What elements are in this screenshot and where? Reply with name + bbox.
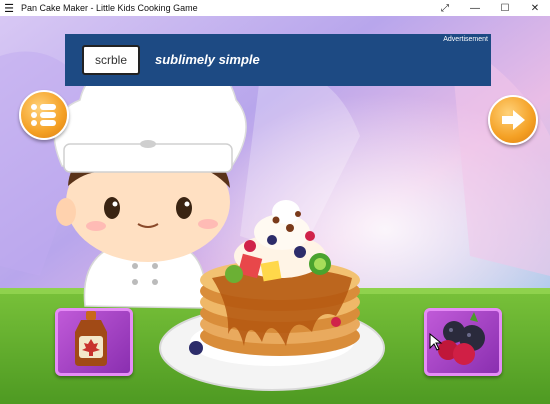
ad-slogan: sublimely simple [155,52,260,67]
next-button[interactable] [488,95,538,145]
game-scene: Advertisement scrble sublimely simple [0,16,550,404]
menu-button[interactable] [19,90,69,140]
mouse-cursor-icon [429,333,443,351]
arrow-right-icon [502,110,525,130]
advertisement-banner[interactable]: Advertisement scrble sublimely simple [65,34,491,86]
hamburger-menu-icon[interactable]: ☰ [0,0,18,16]
ad-label: Advertisement [443,36,488,43]
maximize-icon[interactable]: ☐ [490,0,520,16]
berries-item[interactable] [424,308,502,376]
window-title: Pan Cake Maker - Little Kids Cooking Gam… [21,3,198,13]
close-icon[interactable]: ✕ [520,0,550,16]
maple-syrup-item[interactable] [55,308,133,376]
maple-syrup-bottle-icon [75,311,107,366]
list-icon [31,104,56,126]
fullscreen-icon[interactable]: ⤢ [430,0,460,16]
ad-logo: scrble [82,45,140,75]
minimize-icon[interactable]: — [460,0,490,16]
window-controls: ⤢ — ☐ ✕ [430,0,550,16]
title-bar: ☰ Pan Cake Maker - Little Kids Cooking G… [0,0,550,16]
